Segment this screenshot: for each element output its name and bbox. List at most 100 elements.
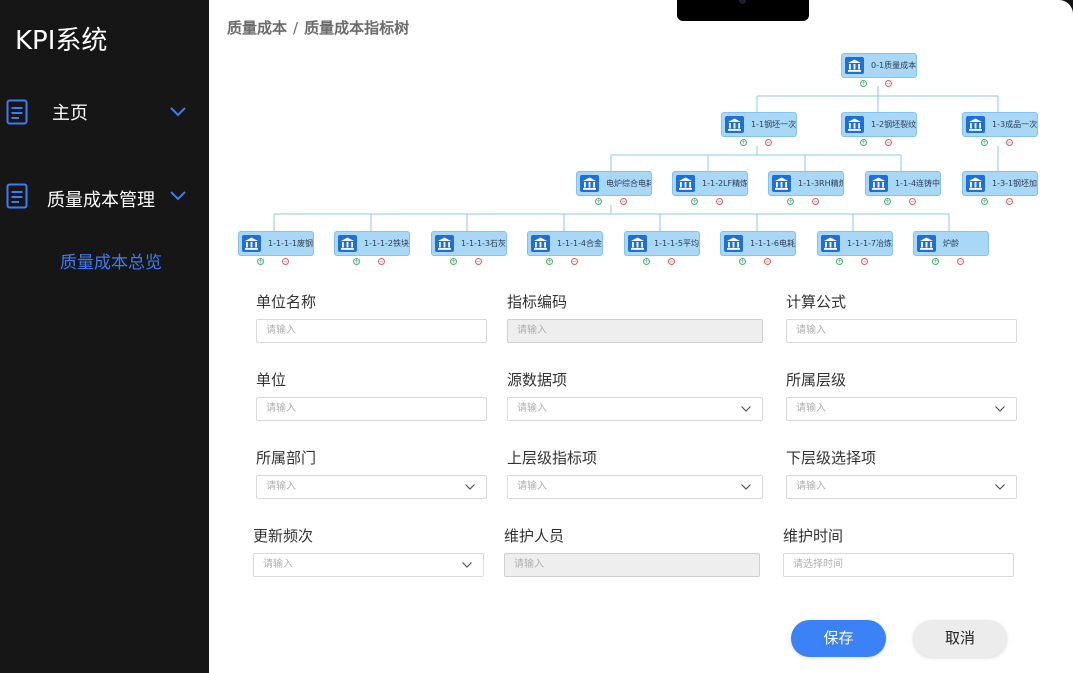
bank-icon: [845, 57, 864, 74]
tree-node-label: 1-1-1-2铁块消耗: [364, 239, 409, 248]
child-indicator-select[interactable]: 请输入: [786, 475, 1017, 499]
expand-node-icon[interactable]: +: [450, 258, 457, 265]
unit-label: 单位: [256, 371, 287, 389]
collapse-node-icon[interactable]: −: [668, 258, 675, 265]
tree-node[interactable]: 1-1-1-1废钢消耗: [238, 231, 314, 256]
field-placeholder: 请输入: [517, 325, 547, 336]
formula-input[interactable]: 请输入: [786, 319, 1017, 343]
tree-node-label: 1-3-1钢坯加热: [992, 179, 1037, 188]
tree-node-label: 1-3成品一次合格率: [992, 120, 1037, 129]
expand-node-icon[interactable]: +: [691, 198, 698, 205]
collapse-node-icon[interactable]: −: [475, 258, 482, 265]
expand-node-icon[interactable]: +: [643, 258, 650, 265]
collapse-node-icon[interactable]: −: [378, 258, 385, 265]
department-label: 所属部门: [256, 449, 317, 467]
collapse-node-icon[interactable]: −: [571, 258, 578, 265]
sidebar-item-quality-cost[interactable]: 质量成本管理: [0, 176, 209, 216]
collapse-node-icon[interactable]: −: [765, 139, 772, 146]
field-placeholder: 请输入: [796, 325, 826, 336]
tree-node[interactable]: 1-1钢坯一次合格率: [721, 112, 797, 137]
collapse-node-icon[interactable]: −: [282, 258, 289, 265]
field-placeholder: 请输入: [263, 559, 293, 570]
tree-node[interactable]: 1-1-1-3石灰消耗: [431, 231, 507, 256]
collapse-node-icon[interactable]: −: [716, 198, 723, 205]
level-select[interactable]: 请输入: [786, 397, 1017, 421]
chevron-down-icon: [462, 562, 472, 568]
expand-node-icon[interactable]: +: [981, 139, 988, 146]
sidebar-item-label: 主页: [52, 103, 88, 124]
expand-node-icon[interactable]: +: [546, 258, 553, 265]
expand-node-icon[interactable]: +: [740, 139, 747, 146]
indicator-code-label: 指标编码: [507, 293, 568, 311]
bank-icon: [869, 175, 888, 192]
tree-node[interactable]: 1-2钢坯裂纹发生率: [841, 112, 917, 137]
source-data-item-select[interactable]: 请输入: [507, 397, 763, 421]
collapse-node-icon[interactable]: −: [812, 198, 819, 205]
tree-node[interactable]: 电炉综合电耗: [576, 171, 652, 196]
tree-node[interactable]: 1-1-1-7冶炼炉数: [817, 231, 893, 256]
document-icon: [6, 183, 28, 209]
collapse-node-icon[interactable]: −: [1006, 198, 1013, 205]
collapse-node-icon[interactable]: −: [764, 258, 771, 265]
expand-node-icon[interactable]: +: [860, 139, 867, 146]
expand-node-icon[interactable]: +: [257, 258, 264, 265]
tree-node[interactable]: 1-1-1-5平均出钢温度: [624, 231, 700, 256]
camera-dot: [739, 0, 746, 4]
cancel-button[interactable]: 取消: [913, 620, 1007, 657]
field-placeholder: 请输入: [796, 481, 826, 492]
tree-node[interactable]: 1-1-4连铸中包过热: [865, 171, 941, 196]
expand-node-icon[interactable]: +: [787, 198, 794, 205]
bank-icon: [966, 175, 985, 192]
expand-node-icon[interactable]: +: [932, 258, 939, 265]
update-frequency-select[interactable]: 请输入: [253, 553, 484, 577]
tree-node[interactable]: 1-1-3RH精炼温度合: [768, 171, 844, 196]
department-select[interactable]: 请输入: [256, 475, 487, 499]
tree-node-label: 1-1-1-3石灰消耗: [461, 239, 506, 248]
chevron-down-icon: [741, 406, 751, 412]
tree-node[interactable]: 1-1-1-2铁块消耗: [334, 231, 410, 256]
field-placeholder: 请输入: [266, 325, 296, 336]
tree-node[interactable]: 0-1质量成本: [841, 53, 917, 78]
tree-node[interactable]: 炉龄: [913, 231, 989, 256]
parent-indicator-select[interactable]: 请输入: [507, 475, 763, 499]
chevron-down-icon: [995, 406, 1005, 412]
unit-name-input[interactable]: 请输入: [256, 319, 487, 343]
bank-icon: [772, 175, 791, 192]
bank-icon: [821, 235, 840, 252]
field-placeholder: 请输入: [266, 481, 296, 492]
collapse-node-icon[interactable]: −: [909, 198, 916, 205]
collapse-node-icon[interactable]: −: [885, 80, 892, 87]
bank-icon: [338, 235, 357, 252]
expand-node-icon[interactable]: +: [739, 258, 746, 265]
sidebar-subitem-overview[interactable]: 质量成本总览: [60, 248, 162, 273]
save-button[interactable]: 保存: [791, 620, 886, 657]
tree-node-label: 电炉综合电耗: [606, 179, 651, 188]
tree-node-label: 1-1-1-4合金料消耗: [557, 239, 602, 248]
collapse-node-icon[interactable]: −: [620, 198, 627, 205]
expand-node-icon[interactable]: +: [981, 198, 988, 205]
tree-node-label: 炉龄: [943, 239, 959, 248]
collapse-node-icon[interactable]: −: [885, 139, 892, 146]
expand-node-icon[interactable]: +: [595, 198, 602, 205]
collapse-node-icon[interactable]: −: [1006, 139, 1013, 146]
tree-node[interactable]: 1-3-1钢坯加热: [962, 171, 1038, 196]
bank-icon: [676, 175, 695, 192]
collapse-node-icon[interactable]: −: [861, 258, 868, 265]
tree-node[interactable]: 1-3成品一次合格率: [962, 112, 1038, 137]
collapse-node-icon[interactable]: −: [957, 258, 964, 265]
expand-node-icon[interactable]: +: [884, 198, 891, 205]
sidebar-item-home[interactable]: 主页: [0, 92, 209, 132]
maintain-time-label: 维护时间: [783, 527, 844, 545]
expand-node-icon[interactable]: +: [836, 258, 843, 265]
document-icon: [6, 99, 28, 125]
expand-node-icon[interactable]: +: [860, 80, 867, 87]
unit-input[interactable]: 请输入: [256, 397, 487, 421]
tree-node[interactable]: 1-1-1-4合金料消耗: [527, 231, 603, 256]
tree-node-label: 1-1-2LF精炼温度合: [702, 179, 747, 188]
tree-node[interactable]: 1-1-2LF精炼温度合: [672, 171, 748, 196]
tree-node[interactable]: 1-1-1-6电耗: [720, 231, 796, 256]
maintain-time-input[interactable]: 请选择时间: [783, 553, 1014, 577]
expand-node-icon[interactable]: +: [353, 258, 360, 265]
parent-indicator-label: 上层级指标项: [507, 449, 598, 467]
unit-name-label: 单位名称: [256, 293, 317, 311]
